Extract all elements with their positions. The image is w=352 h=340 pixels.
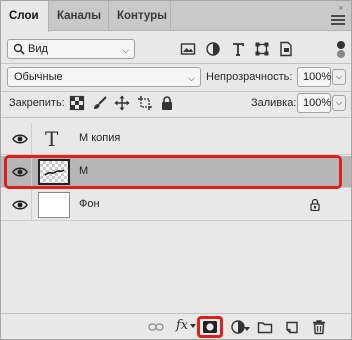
panel-menu-icon[interactable] bbox=[331, 15, 345, 27]
layer-row-text[interactable]: T М копия bbox=[1, 123, 351, 155]
filter-kind-select[interactable]: Вид ⌵ bbox=[7, 39, 135, 59]
tab-layers[interactable]: Слои bbox=[1, 1, 49, 32]
lock-transparent-icon[interactable] bbox=[69, 95, 85, 111]
group-folder-icon[interactable] bbox=[257, 319, 273, 335]
add-mask-highlight bbox=[197, 316, 223, 338]
new-layer-icon[interactable] bbox=[284, 319, 300, 335]
eye-icon[interactable] bbox=[12, 198, 28, 212]
fx-icon[interactable]: fx bbox=[176, 318, 188, 333]
opacity-value: 100% bbox=[303, 71, 332, 83]
lock-position-icon[interactable] bbox=[114, 95, 130, 111]
lock-all-icon[interactable] bbox=[159, 95, 175, 111]
link-layers-icon[interactable] bbox=[148, 319, 164, 335]
lock-label: Закрепить: bbox=[9, 97, 65, 109]
lock-pixels-icon[interactable] bbox=[92, 95, 108, 111]
layers-panel: Слои Каналы Контуры » Вид ⌵ Обычные ⌵ Не… bbox=[0, 0, 352, 340]
collapse-icon[interactable]: » bbox=[339, 3, 343, 12]
fx-dropdown-icon bbox=[190, 324, 196, 328]
filter-toggle[interactable] bbox=[337, 39, 347, 59]
layer-name[interactable]: М копия bbox=[79, 132, 120, 144]
delete-icon[interactable] bbox=[311, 319, 327, 335]
layer-thumbnail bbox=[38, 192, 70, 218]
tab-paths[interactable]: Контуры bbox=[109, 1, 171, 31]
chevron-down-icon: ⌵ bbox=[122, 45, 129, 55]
smart-object-filter-icon[interactable] bbox=[278, 41, 294, 57]
layer-name[interactable]: Фон bbox=[79, 198, 100, 210]
lock-icon bbox=[310, 198, 320, 211]
chevron-down-icon: ⌵ bbox=[188, 73, 195, 83]
fill-chevron-icon[interactable]: ⌵ bbox=[332, 95, 346, 111]
divider bbox=[1, 63, 351, 64]
adjustment-dropdown-icon bbox=[244, 327, 250, 331]
blend-mode-value: Обычные bbox=[14, 71, 63, 83]
type-filter-icon[interactable] bbox=[230, 41, 246, 57]
image-filter-icon[interactable] bbox=[180, 41, 196, 57]
filter-kind-label: Вид bbox=[28, 43, 48, 55]
search-icon bbox=[13, 43, 25, 55]
opacity-label: Непрозрачность: bbox=[206, 71, 293, 83]
divider bbox=[31, 123, 32, 155]
adjustment-filter-icon[interactable] bbox=[205, 41, 221, 57]
opacity-chevron-icon[interactable]: ⌵ bbox=[332, 69, 346, 85]
blend-mode-select[interactable]: Обычные ⌵ bbox=[7, 67, 201, 87]
layer-row-background[interactable]: Фон bbox=[1, 189, 351, 221]
eye-icon[interactable] bbox=[12, 132, 28, 146]
lock-artboard-icon[interactable] bbox=[137, 95, 153, 111]
fill-input[interactable]: 100% ⌵ bbox=[297, 93, 346, 113]
layers-list: T М копия М Фон bbox=[1, 119, 351, 313]
shape-filter-icon[interactable] bbox=[254, 41, 270, 57]
divider bbox=[31, 189, 32, 221]
divider bbox=[1, 117, 351, 118]
selected-layer-highlight bbox=[4, 155, 342, 189]
tab-channels[interactable]: Каналы bbox=[49, 1, 109, 31]
divider bbox=[1, 91, 351, 92]
panel-tab-bar: Слои Каналы Контуры » bbox=[1, 1, 351, 32]
fill-label: Заливка: bbox=[251, 97, 297, 109]
fill-value: 100% bbox=[303, 97, 332, 109]
text-layer-icon: T bbox=[45, 127, 59, 151]
layers-bottom-bar: fx bbox=[1, 313, 351, 339]
opacity-input[interactable]: 100% ⌵ bbox=[297, 67, 346, 87]
